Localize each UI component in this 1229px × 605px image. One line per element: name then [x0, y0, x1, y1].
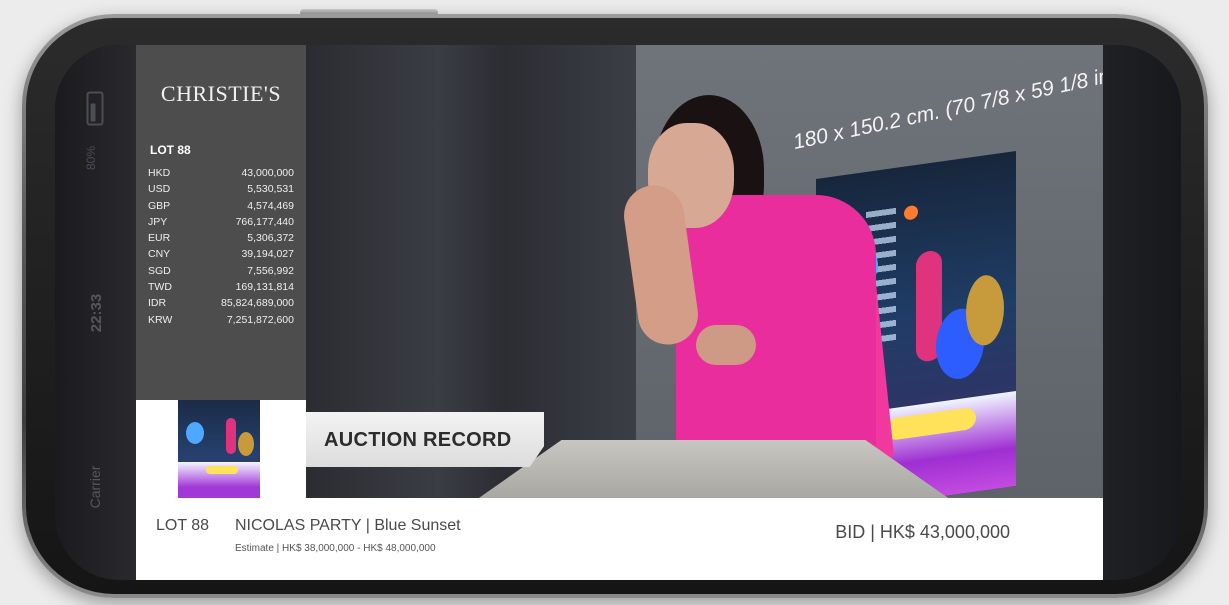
currency-row: HKD 43,000,000	[148, 165, 294, 181]
thumbnail-tree	[238, 432, 254, 456]
currency-code: CNY	[148, 248, 171, 261]
currency-code: SGD	[148, 264, 171, 277]
artist-and-title: NICOLAS PARTY | Blue Sunset	[235, 517, 461, 534]
screen-right-margin	[1103, 45, 1181, 580]
currency-code: GBP	[148, 199, 171, 212]
currency-row: KRW 7,251,872,600	[148, 312, 294, 328]
currency-row: TWD 169,131,814	[148, 279, 294, 295]
currency-amount: 766,177,440	[235, 215, 294, 228]
currency-row: CNY 39,194,027	[148, 246, 294, 262]
currency-amount: 5,306,372	[247, 232, 294, 245]
currency-amount: 85,824,689,000	[221, 297, 294, 310]
lot-info-bar: LOT 88 NICOLAS PARTY | Blue Sunset Estim…	[136, 498, 1103, 580]
current-bid: BID | HK$ 43,000,000	[835, 522, 1010, 542]
currency-amount: 169,131,814	[235, 281, 294, 294]
battery-percentage: 80%	[84, 145, 98, 171]
status-time: 22:33	[88, 293, 105, 333]
painting-sun	[904, 204, 918, 221]
currency-code: EUR	[148, 232, 171, 245]
currency-amount: 4,574,469	[247, 199, 294, 212]
currency-code: JPY	[148, 215, 168, 228]
currency-row: EUR 5,306,372	[148, 230, 294, 246]
info-lot-number: LOT 88	[156, 517, 210, 534]
christies-logo: CHRISTIE'S	[160, 81, 282, 106]
currency-code: HKD	[148, 167, 171, 179]
panel-lot-number: LOT 88	[150, 143, 191, 157]
currency-amount: 7,556,992	[247, 264, 294, 277]
battery-icon	[86, 91, 104, 126]
currency-row: JPY 766,177,440	[148, 214, 294, 230]
currency-list: HKD 43,000,000 USD 5,530,531 GBP 4,574,4…	[148, 165, 294, 328]
auction-record-banner: AUCTION RECORD	[306, 412, 544, 467]
currency-amount: 39,194,027	[241, 248, 294, 261]
auctioneer-hand	[696, 325, 756, 365]
estimate-range: Estimate | HK$ 38,000,000 - HK$ 48,000,0…	[235, 543, 436, 554]
currency-row: GBP 4,574,469	[148, 198, 294, 214]
thumbnail-river	[206, 466, 238, 474]
currency-code: IDR	[148, 297, 167, 310]
currency-amount: 43,000,000	[241, 167, 294, 179]
currency-conversion-panel: CHRISTIE'S LOT 88 HKD 43,000,000 USD 5,5…	[136, 45, 306, 400]
currency-code: TWD	[148, 281, 172, 294]
currency-row: IDR 85,824,689,000	[148, 295, 294, 311]
artwork-thumbnail	[178, 400, 260, 498]
artwork-thumbnail-box	[136, 400, 306, 498]
status-bar: 80% 22:33 Carrier	[55, 45, 137, 580]
auction-record-label: AUCTION RECORD	[324, 429, 512, 451]
currency-code: USD	[148, 183, 171, 196]
currency-code: KRW	[148, 313, 173, 326]
thumbnail-tree	[186, 422, 204, 444]
painting-tree	[966, 272, 1004, 348]
stage: 80% 22:33 Carrier 180 x 150.2 cm. (70 7/…	[0, 0, 1229, 605]
currency-row: SGD 7,556,992	[148, 263, 294, 279]
currency-amount: 5,530,531	[247, 183, 294, 196]
thumbnail-tree	[226, 418, 236, 454]
currency-row: USD 5,530,531	[148, 181, 294, 197]
carrier-label: Carrier	[87, 465, 103, 509]
currency-amount: 7,251,872,600	[226, 313, 294, 326]
